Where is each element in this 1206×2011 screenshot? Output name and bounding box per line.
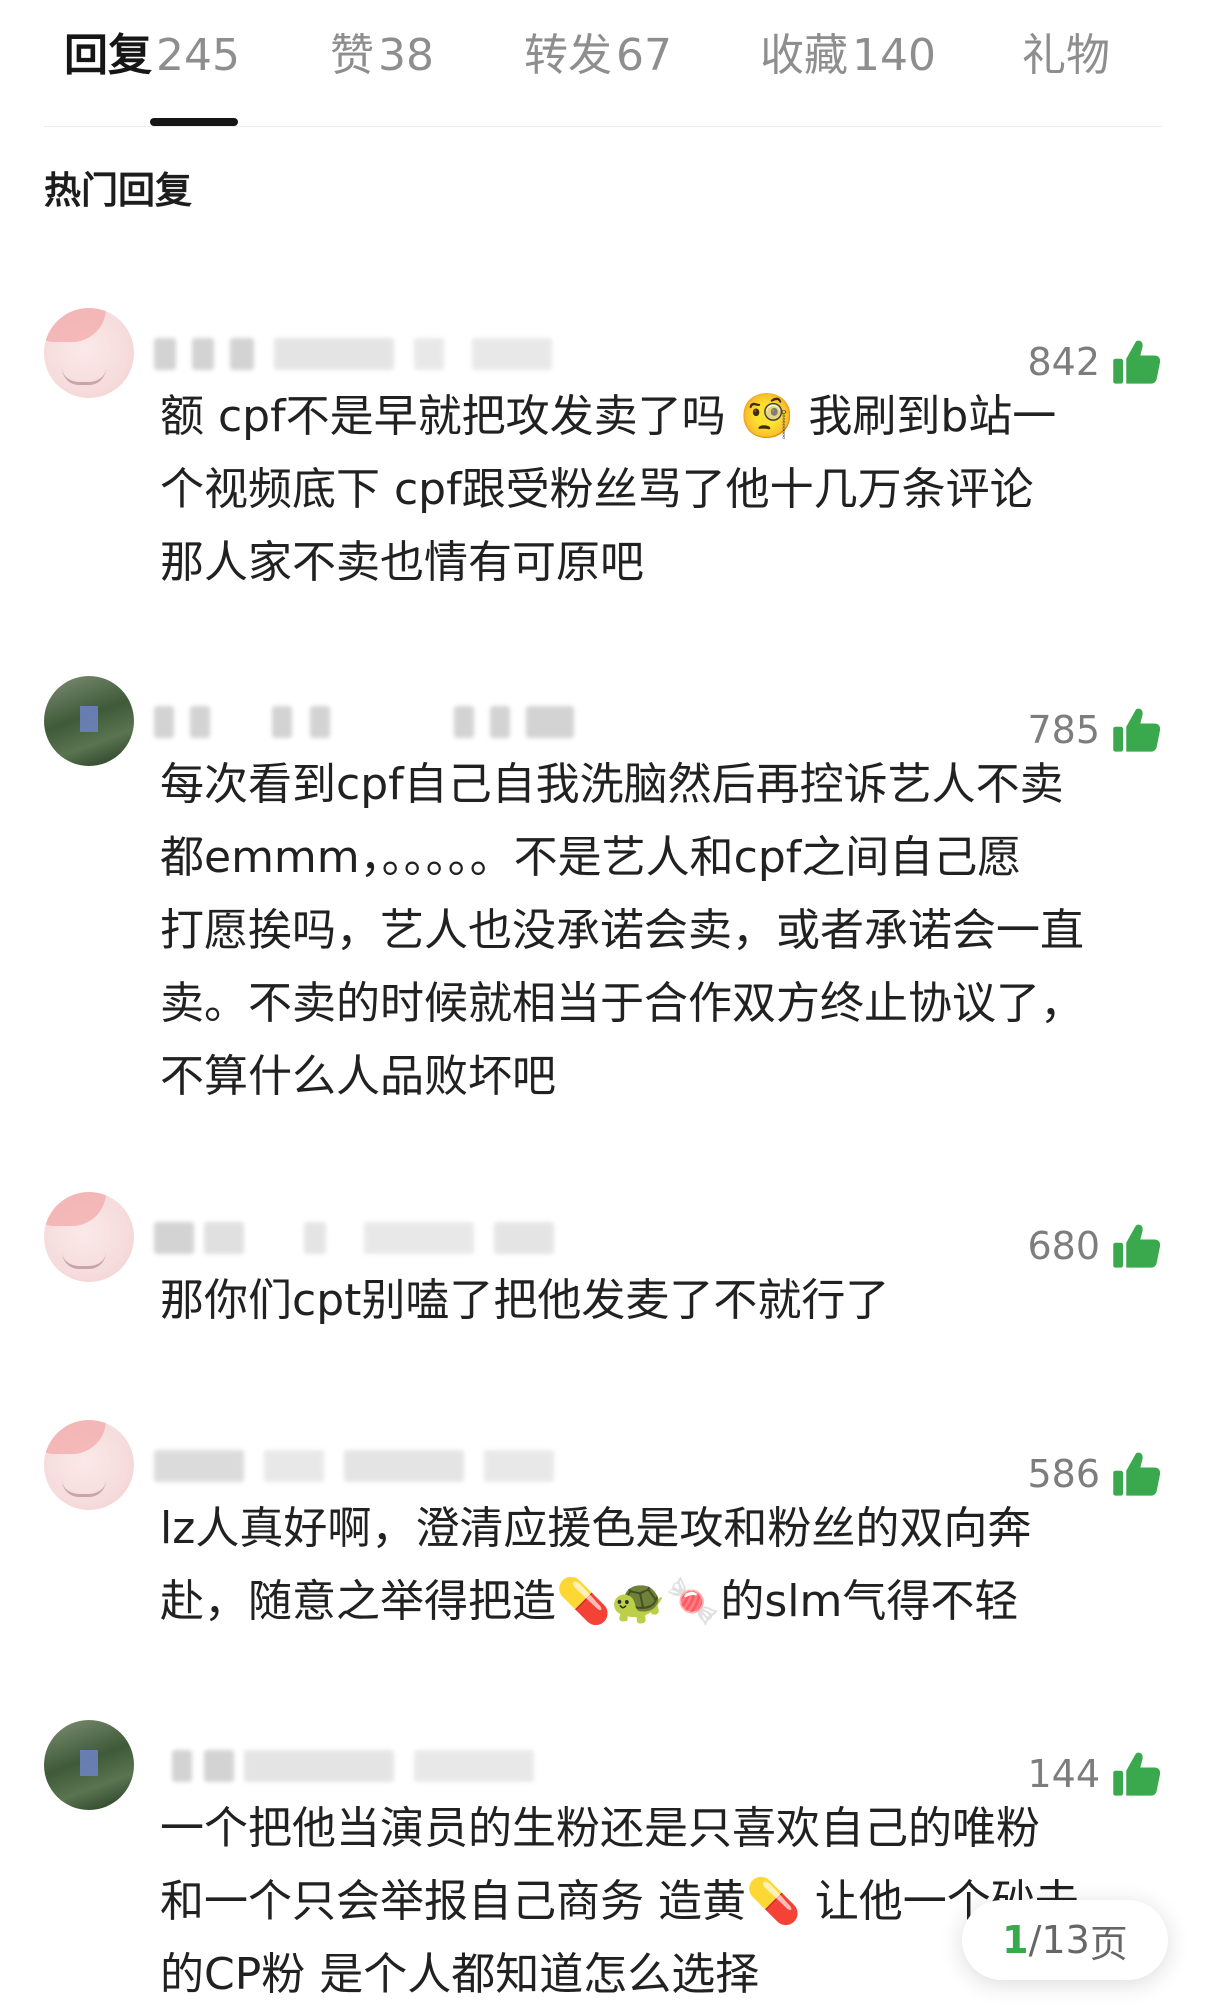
tab-replies[interactable]: 回复245 bbox=[64, 28, 240, 84]
username-blurred[interactable] bbox=[154, 338, 554, 372]
comment-line: 一个把他当演员的生粉还是只喜欢自己的唯粉 bbox=[160, 1803, 1040, 1854]
page-unit: 页 bbox=[1089, 1921, 1128, 1966]
avatar[interactable] bbox=[44, 1720, 134, 1810]
page-indicator-button[interactable]: 1/13 页 bbox=[962, 1900, 1168, 1980]
username-blurred[interactable] bbox=[154, 706, 574, 740]
like-count: 144 bbox=[1027, 1752, 1100, 1796]
like-count: 586 bbox=[1027, 1452, 1100, 1496]
comment-text: 额 cpf不是早就把攻发卖了吗 🧐 我刷到b站一 个视频底下 cpf跟受粉丝骂了… bbox=[160, 380, 1170, 599]
comment-line: 不算什么人品败坏吧 bbox=[160, 1051, 556, 1102]
tab-count: 38 bbox=[378, 30, 434, 81]
like-count: 842 bbox=[1027, 340, 1100, 384]
total-pages: 13 bbox=[1041, 1918, 1090, 1962]
tab-label: 赞 bbox=[330, 30, 374, 81]
avatar[interactable] bbox=[44, 1420, 134, 1510]
tab-count: 245 bbox=[156, 30, 240, 81]
tab-gifts[interactable]: 礼物 bbox=[1022, 28, 1110, 84]
comment-line: 都emmm，。。。。。不是艺人和cpf之间自己愿 bbox=[160, 832, 1022, 883]
comment-line: 每次看到cpf自己自我洗脑然后再控诉艺人不卖 bbox=[160, 759, 1064, 810]
username-blurred[interactable] bbox=[154, 1450, 554, 1484]
username-blurred[interactable] bbox=[154, 1222, 554, 1256]
like-count: 680 bbox=[1027, 1224, 1100, 1268]
tab-label: 回复 bbox=[64, 30, 152, 81]
tab-bar: 回复245 赞38 转发67 收藏140 礼物 bbox=[44, 0, 1162, 127]
comment-text: 每次看到cpf自己自我洗脑然后再控诉艺人不卖 都emmm，。。。。。不是艺人和c… bbox=[160, 748, 1170, 1113]
current-page: 1 bbox=[1002, 1918, 1029, 1962]
tab-count: 67 bbox=[616, 30, 672, 81]
tab-label: 收藏 bbox=[760, 30, 848, 81]
comment-text: 那你们cpt别嗑了把他发麦了不就行了 bbox=[160, 1264, 1170, 1337]
active-tab-indicator bbox=[150, 118, 238, 126]
avatar[interactable] bbox=[44, 1192, 134, 1282]
avatar[interactable] bbox=[44, 308, 134, 398]
comment-line: 额 cpf不是早就把攻发卖了吗 🧐 我刷到b站一 bbox=[160, 391, 1057, 442]
page-separator: / bbox=[1028, 1918, 1042, 1962]
like-count: 785 bbox=[1027, 708, 1100, 752]
tab-likes[interactable]: 赞38 bbox=[330, 28, 434, 84]
comment-line: 赴，随意之举得把造💊🐢🍬的slm气得不轻 bbox=[160, 1576, 1019, 1627]
tab-count: 140 bbox=[852, 30, 936, 81]
username-blurred[interactable] bbox=[154, 1750, 554, 1784]
comment-line: 卖。不卖的时候就相当于合作双方终止协议了， bbox=[160, 978, 1084, 1029]
section-title: 热门回复 bbox=[44, 169, 192, 212]
tab-label: 转发 bbox=[524, 30, 612, 81]
comment-line: 打愿挨吗，艺人也没承诺会卖，或者承诺会一直 bbox=[160, 905, 1084, 956]
tab-label: 礼物 bbox=[1022, 30, 1110, 81]
comment-text: lz人真好啊，澄清应援色是攻和粉丝的双向奔 赴，随意之举得把造💊🐢🍬的slm气得… bbox=[160, 1492, 1170, 1638]
comment-line: 那你们cpt别嗑了把他发麦了不就行了 bbox=[160, 1275, 890, 1326]
comment-line: 个视频底下 cpf跟受粉丝骂了他十几万条评论 bbox=[160, 464, 1034, 515]
comment-line: lz人真好啊，澄清应援色是攻和粉丝的双向奔 bbox=[160, 1503, 1032, 1554]
comment-line: 那人家不卖也情有可原吧 bbox=[160, 537, 644, 588]
tab-favorites[interactable]: 收藏140 bbox=[760, 28, 936, 84]
tab-reposts[interactable]: 转发67 bbox=[524, 28, 672, 84]
avatar[interactable] bbox=[44, 676, 134, 766]
